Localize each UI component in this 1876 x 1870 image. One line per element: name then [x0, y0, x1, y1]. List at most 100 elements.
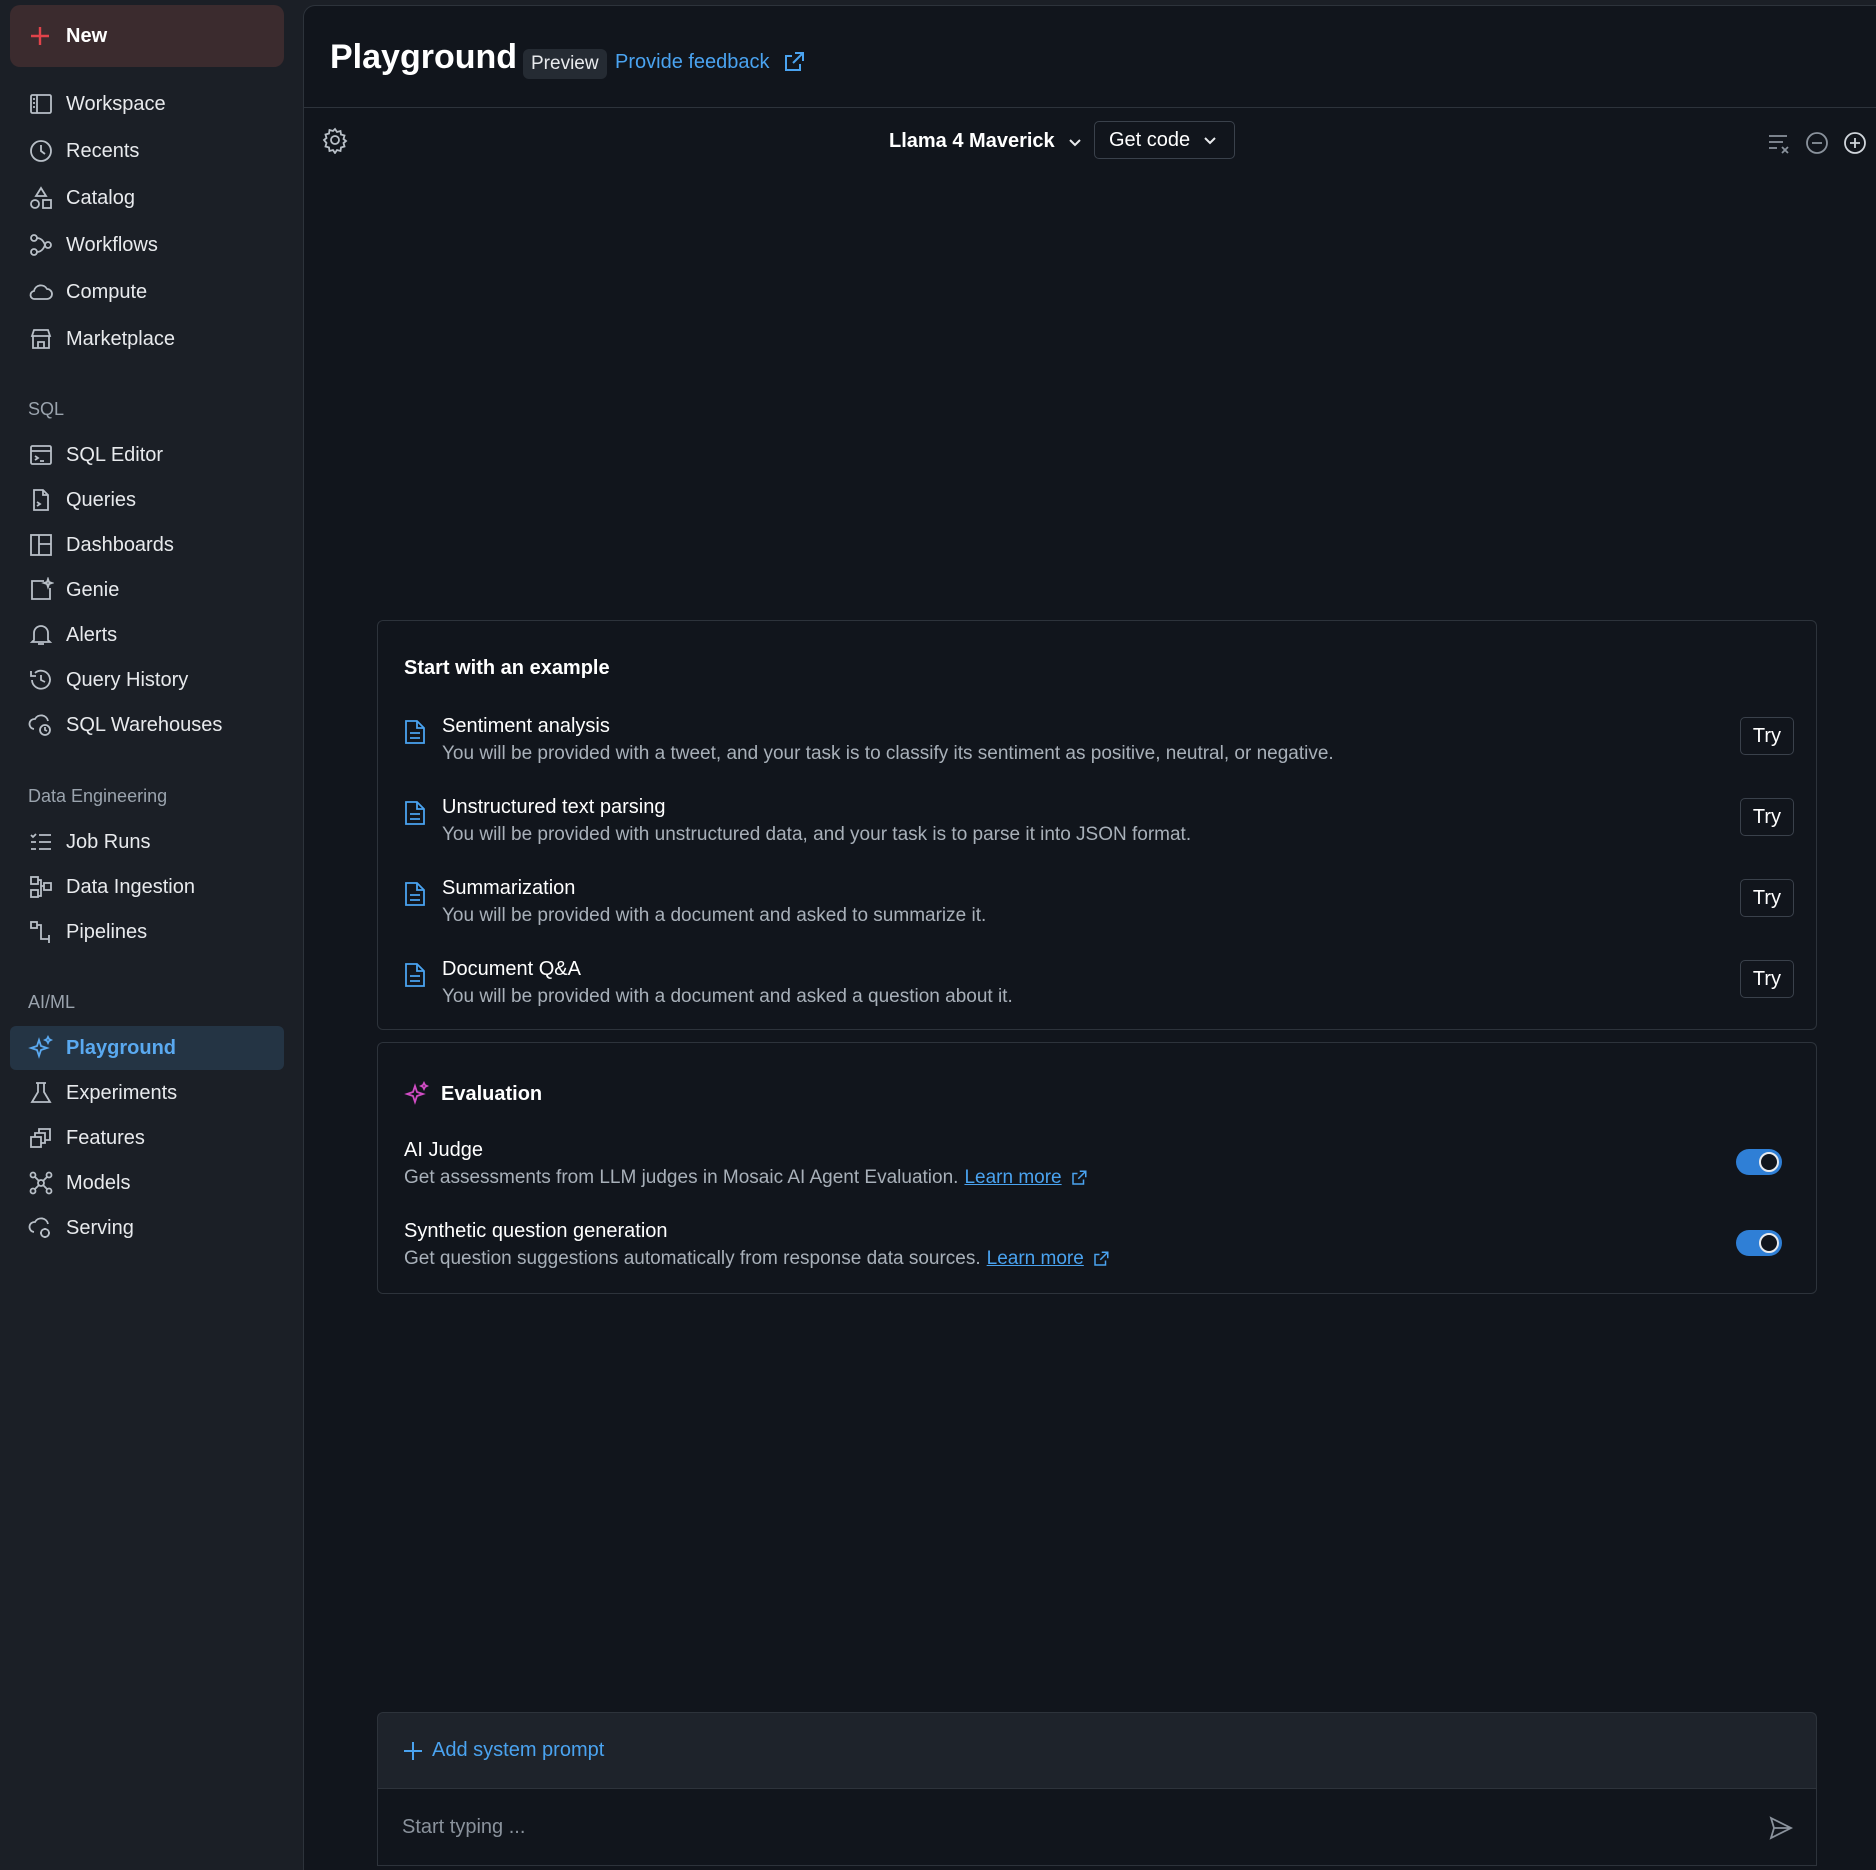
try-button[interactable]: Try [1740, 960, 1794, 998]
sidebar-item-query-history[interactable]: Query History [10, 658, 284, 702]
external-link-icon [1071, 1170, 1087, 1185]
sidebar-item-label: Data Ingestion [66, 875, 195, 898]
sidebar-item-recents[interactable]: Recents [10, 129, 284, 173]
add-model-icon[interactable] [1842, 130, 1868, 156]
learn-more-link[interactable]: Learn more [964, 1167, 1061, 1189]
try-button[interactable]: Try [1740, 879, 1794, 917]
synthetic-question-toggle[interactable] [1736, 1230, 1782, 1256]
example-title: Sentiment analysis [442, 715, 610, 737]
catalog-icon [28, 185, 54, 211]
sidebar-item-serving[interactable]: Serving [10, 1206, 284, 1250]
chat-input-container [377, 1788, 1817, 1866]
features-icon [28, 1125, 54, 1151]
sidebar-item-label: Features [66, 1126, 145, 1149]
example-title: Document Q&A [442, 958, 581, 980]
document-icon [405, 963, 425, 987]
get-code-label: Get code [1109, 128, 1191, 151]
sidebar-item-pipelines[interactable]: Pipelines [10, 910, 284, 954]
examples-title: Start with an example [404, 657, 610, 679]
sidebar-item-models[interactable]: Models [10, 1161, 284, 1205]
sidebar-item-label: Workflows [66, 233, 158, 256]
sidebar-item-sql-editor[interactable]: SQL Editor [10, 433, 284, 477]
gear-icon[interactable] [321, 126, 349, 154]
sidebar-item-label: Alerts [66, 623, 118, 646]
section-label-ai-ml: AI/ML [28, 992, 76, 1012]
evaluation-item-ai-judge: AI Judge Get assessments from LLM judges… [404, 1139, 1794, 1199]
page-header: Playground Preview Provide feedback [304, 6, 1876, 108]
example-description: You will be provided with a document and… [442, 905, 987, 926]
bell-icon [28, 622, 54, 648]
add-system-prompt-label: Add system prompt [432, 1739, 605, 1761]
try-button[interactable]: Try [1740, 798, 1794, 836]
sidebar-item-compute[interactable]: Compute [10, 270, 284, 314]
terminal-icon [28, 442, 54, 468]
sidebar-item-workflows[interactable]: Workflows [10, 223, 284, 267]
model-selector[interactable]: Llama 4 Maverick [889, 130, 1083, 153]
sidebar-item-dashboards[interactable]: Dashboards [10, 523, 284, 567]
document-icon [405, 720, 425, 744]
sidebar-item-playground[interactable]: Playground [10, 1026, 284, 1070]
toggle-knob [1759, 1233, 1779, 1253]
provide-feedback-link[interactable]: Provide feedback [615, 50, 806, 74]
example-item: Unstructured text parsing You will be pr… [404, 796, 1794, 856]
example-item: Summarization You will be provided with … [404, 877, 1794, 937]
ai-judge-toggle[interactable] [1736, 1149, 1782, 1175]
sparkle-icon [28, 1035, 54, 1061]
example-title: Summarization [442, 877, 576, 899]
sidebar-item-queries[interactable]: Queries [10, 478, 284, 522]
evaluation-item-description: Get assessments from LLM judges in Mosai… [404, 1167, 1088, 1189]
chat-input[interactable] [402, 1809, 1722, 1845]
add-system-prompt-button[interactable]: Add system prompt [377, 1712, 1817, 1788]
evaluation-item-title: Synthetic question generation [404, 1220, 668, 1242]
evaluation-card: Evaluation AI Judge Get assessments from… [377, 1042, 1817, 1294]
evaluation-item-title: AI Judge [404, 1139, 483, 1161]
sidebar-item-genie[interactable]: Genie [10, 568, 284, 612]
query-file-icon [28, 487, 54, 513]
sidebar-item-alerts[interactable]: Alerts [10, 613, 284, 657]
section-label-sql: SQL [28, 399, 65, 419]
dashboard-icon [28, 532, 54, 558]
page-title: Playground [330, 38, 518, 76]
sidebar-item-label: Pipelines [66, 920, 148, 943]
document-icon [405, 801, 425, 825]
models-icon [28, 1170, 54, 1196]
remove-model-icon[interactable] [1804, 130, 1830, 156]
sidebar-item-label: Compute [66, 280, 148, 303]
workspace-icon [28, 91, 54, 117]
get-code-button[interactable]: Get code [1094, 121, 1235, 159]
history-icon [28, 667, 54, 693]
plus-icon [404, 1741, 422, 1760]
sidebar-item-label: Serving [66, 1216, 134, 1239]
preview-badge: Preview [523, 49, 607, 79]
sidebar-item-catalog[interactable]: Catalog [10, 176, 284, 220]
clear-chat-icon[interactable] [1766, 130, 1792, 156]
new-button-label: New [66, 24, 108, 47]
sidebar-item-data-ingestion[interactable]: Data Ingestion [10, 865, 284, 909]
sidebar-item-sql-warehouses[interactable]: SQL Warehouses [10, 703, 284, 747]
genie-icon [28, 577, 54, 603]
try-button[interactable]: Try [1740, 717, 1794, 755]
warehouse-icon [28, 712, 54, 738]
sidebar-item-label: Catalog [66, 186, 135, 209]
sidebar-item-marketplace[interactable]: Marketplace [10, 317, 284, 361]
toggle-knob [1759, 1152, 1779, 1172]
sidebar-item-label: Models [66, 1171, 131, 1194]
sidebar-item-label: Queries [66, 488, 137, 511]
external-link-icon [784, 52, 804, 71]
example-title: Unstructured text parsing [442, 796, 666, 818]
learn-more-link[interactable]: Learn more [987, 1248, 1084, 1270]
send-icon[interactable] [1768, 1815, 1794, 1841]
sidebar-item-experiments[interactable]: Experiments [10, 1071, 284, 1115]
sidebar-item-features[interactable]: Features [10, 1116, 284, 1160]
chat-toolbar [1766, 130, 1868, 156]
sidebar-item-job-runs[interactable]: Job Runs [10, 820, 284, 864]
clock-icon [28, 138, 54, 164]
evaluation-title: Evaluation [441, 1083, 543, 1105]
sidebar-item-workspace[interactable]: Workspace [10, 82, 284, 126]
new-button[interactable]: New [10, 5, 284, 67]
model-selector-label: Llama 4 Maverick [889, 130, 1055, 152]
sidebar-item-label: Job Runs [66, 830, 151, 853]
document-icon [405, 882, 425, 906]
chevron-down-icon [1204, 137, 1216, 145]
store-icon [28, 326, 54, 352]
